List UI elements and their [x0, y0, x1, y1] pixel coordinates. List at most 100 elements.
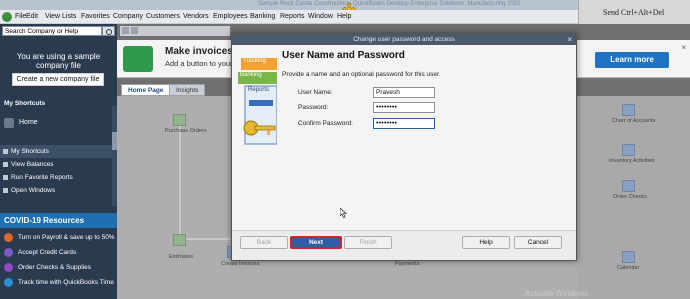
- menu-company[interactable]: Company: [113, 13, 143, 20]
- setup-illustration: [238, 58, 277, 145]
- menu-view[interactable]: View: [45, 13, 60, 20]
- art-label-banking: Banking: [240, 72, 262, 78]
- password-field[interactable]: ••••••••: [373, 102, 435, 113]
- covid-item-label: Turn on Payroll & save up to 50%: [18, 234, 115, 241]
- finish-button[interactable]: Finish: [344, 236, 392, 249]
- sample-text-line-2: company file: [36, 61, 81, 70]
- checks-icon: [4, 263, 13, 272]
- sidebar-item-label: Open Windows: [11, 187, 56, 194]
- workflow-label: Chart of Accounts: [612, 118, 656, 124]
- shortcuts-icon: [3, 149, 8, 154]
- change-password-dialog: Change user password and access × Tracki…: [231, 33, 577, 261]
- menu-edit[interactable]: Edit: [26, 13, 38, 20]
- password-label: Password:: [298, 104, 329, 111]
- menu-vendors[interactable]: Vendors: [183, 13, 209, 20]
- my-shortcuts-heading: My Shortcuts: [4, 100, 46, 107]
- user-name-field[interactable]: Pravesh: [373, 87, 435, 98]
- order-checks-icon[interactable]: [622, 180, 635, 192]
- create-company-button[interactable]: Create a new company file: [12, 73, 104, 86]
- mouse-pointer-icon: [340, 208, 347, 218]
- confirm-password-label: Confirm Password:: [298, 120, 353, 127]
- calendar-icon[interactable]: [622, 251, 635, 263]
- minimize-icon[interactable]: [131, 27, 138, 34]
- banner-subtitle: Add a button to your: [165, 59, 233, 68]
- back-button[interactable]: Back: [240, 236, 288, 249]
- inventory-activities-icon[interactable]: [622, 144, 635, 156]
- menu-favorites[interactable]: Favorites: [81, 13, 110, 20]
- screen: Sample Rock Castle Construction - QuickB…: [0, 0, 690, 299]
- vm-toolbar: Send Ctrl+Alt+Del: [578, 0, 690, 24]
- menu-reports[interactable]: Reports: [280, 13, 305, 20]
- chart-of-accounts-icon[interactable]: [622, 104, 635, 116]
- sidebar-item-label: My Shortcuts: [11, 148, 49, 155]
- workflow-label: Estimates: [169, 254, 194, 260]
- close-icon[interactable]: ×: [681, 43, 686, 52]
- help-button[interactable]: Help: [462, 236, 510, 249]
- menu-bar: File Edit View Lists Favorites Company C…: [0, 10, 578, 24]
- menu-window[interactable]: Window: [308, 13, 333, 20]
- next-button[interactable]: Next: [290, 236, 342, 249]
- menu-file[interactable]: File: [15, 13, 26, 20]
- menu-banking[interactable]: Banking: [250, 13, 275, 20]
- send-ctrl-alt-del-button[interactable]: Send Ctrl+Alt+Del: [603, 8, 664, 17]
- covid-item-credit-cards[interactable]: Accept Credit Cards: [0, 245, 117, 260]
- user-name-label: User Name:: [298, 89, 333, 96]
- document-window-controls: [120, 26, 230, 36]
- art-label-reports: Reports: [248, 87, 270, 93]
- tab-home-page[interactable]: Home Page: [121, 84, 171, 96]
- workflow-label: Payments: [395, 261, 420, 267]
- covid-resources-heading[interactable]: COVID-19 Resources: [0, 213, 117, 228]
- activation-watermark: Activate Windows: [525, 289, 589, 298]
- covid-item-time[interactable]: Track time with QuickBooks Time: [0, 275, 117, 290]
- dialog-footer: Back Next Finish Help Cancel: [232, 230, 576, 260]
- tab-insights[interactable]: Insights: [169, 84, 206, 96]
- windows-icon: [3, 188, 8, 193]
- left-navigation: Search Company or Help You are using a s…: [0, 24, 117, 299]
- sample-text-line-1: You are using a sample: [16, 52, 101, 61]
- payroll-icon: [4, 233, 13, 242]
- workflow-label: Create Invoices: [221, 261, 260, 267]
- sidebar-item-open-windows[interactable]: Open Windows: [0, 184, 112, 197]
- workflow-label: Inventory Activities: [609, 158, 655, 164]
- purchase-orders-icon[interactable]: [173, 114, 186, 126]
- workflow-label: Calendar: [617, 265, 640, 271]
- right-panel: Chart of Accounts Inventory Activities O…: [577, 96, 690, 299]
- menu-help[interactable]: Help: [337, 13, 351, 20]
- banner-title: Make invoices: [165, 46, 233, 57]
- covid-item-label: Track time with QuickBooks Time: [18, 279, 114, 286]
- menu-lists[interactable]: Lists: [62, 13, 76, 20]
- dialog-description: Provide a name and an optional password …: [282, 71, 441, 78]
- covid-item-checks[interactable]: Order Checks & Supplies: [0, 260, 117, 275]
- close-icon[interactable]: ×: [567, 34, 572, 45]
- clock-icon: [4, 278, 13, 287]
- dialog-title: Change user password and access: [232, 34, 576, 45]
- sidebar-item-home[interactable]: Home: [0, 116, 112, 132]
- sidebar-item-view-balances[interactable]: View Balances: [0, 158, 112, 171]
- menu-customers[interactable]: Customers: [146, 13, 180, 20]
- sidebar-item-run-reports[interactable]: Run Favorite Reports: [0, 171, 112, 184]
- search-icon[interactable]: [102, 26, 115, 36]
- workflow-connector: [179, 126, 181, 246]
- invoice-promo-icon: [123, 46, 153, 72]
- sidebar-item-my-shortcuts[interactable]: My Shortcuts: [0, 145, 112, 158]
- search-input[interactable]: Search Company or Help: [2, 26, 102, 36]
- learn-more-button[interactable]: Learn more: [595, 52, 669, 68]
- sidebar-item-label: Run Favorite Reports: [11, 174, 73, 181]
- estimates-icon[interactable]: [173, 234, 186, 246]
- covid-item-label: Order Checks & Supplies: [18, 264, 91, 271]
- restore-icon[interactable]: [122, 27, 129, 34]
- window-title: Sample Rock Castle Construction - QuickB…: [258, 1, 521, 7]
- menu-employees[interactable]: Employees: [213, 13, 248, 20]
- balances-icon: [3, 162, 8, 167]
- home-icon: [4, 118, 14, 128]
- cancel-button[interactable]: Cancel: [514, 236, 562, 249]
- covid-item-payroll[interactable]: Turn on Payroll & save up to 50%: [0, 230, 117, 245]
- covid-item-label: Accept Credit Cards: [18, 249, 77, 256]
- sidebar-item-label: View Balances: [11, 161, 54, 168]
- credit-card-icon: [4, 248, 13, 257]
- confirm-password-field[interactable]: ••••••••: [373, 118, 435, 129]
- workflow-label: Order Checks: [613, 194, 647, 200]
- sidebar-item-label: Home: [19, 119, 38, 126]
- dialog-heading: User Name and Password: [282, 50, 405, 61]
- app-logo-icon[interactable]: [2, 12, 12, 22]
